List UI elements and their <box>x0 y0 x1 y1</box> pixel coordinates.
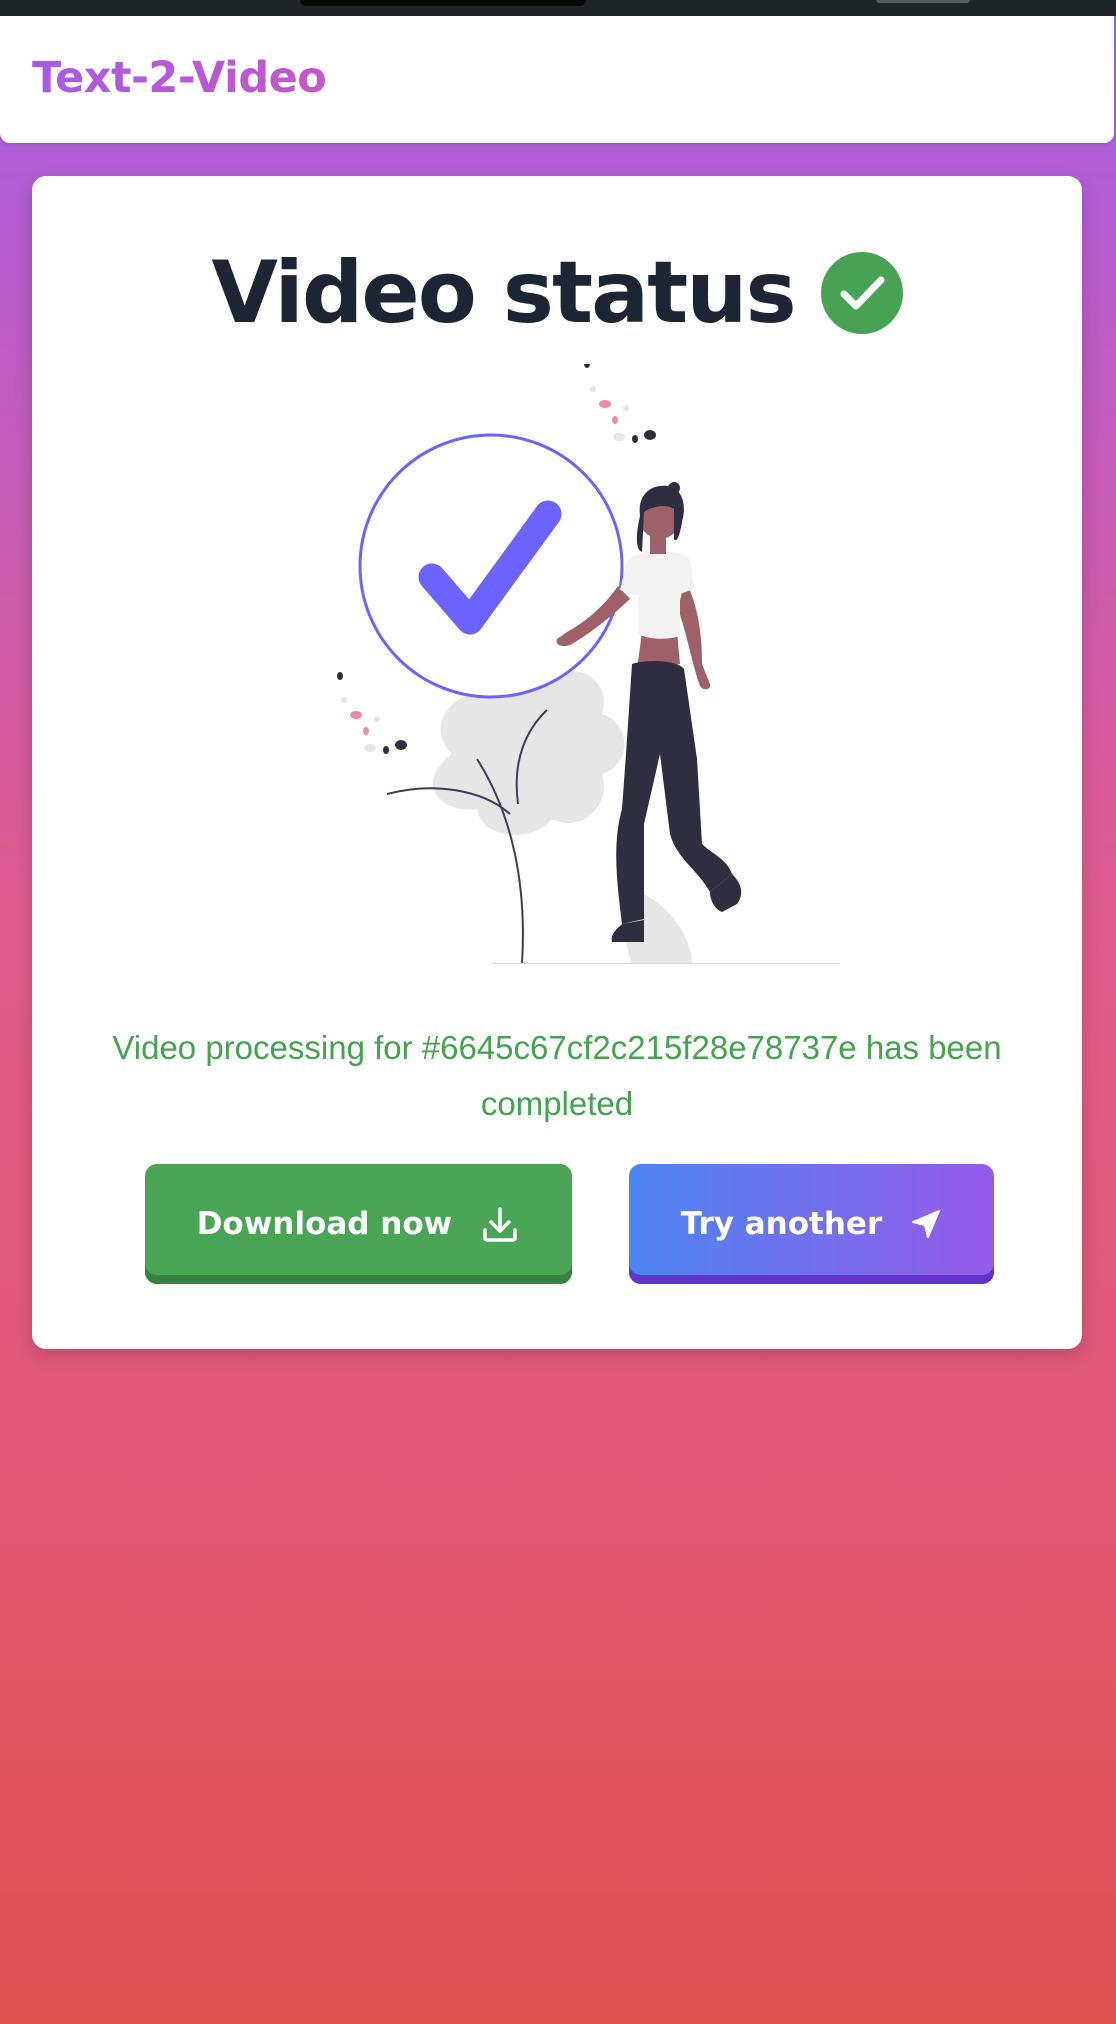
try-another-button[interactable]: Try another <box>629 1164 994 1284</box>
system-status-bar <box>0 0 1116 16</box>
large-check-circle-icon <box>358 433 624 699</box>
download-icon <box>483 1207 518 1242</box>
confetti-top <box>584 364 656 443</box>
try-another-label: Try another <box>680 1206 883 1242</box>
status-message: Video processing for #6645c67cf2c215f28e… <box>112 1029 1002 1122</box>
title-row: Video status <box>32 238 1082 348</box>
brand-logo-text[interactable]: Text-2-Video <box>32 53 327 103</box>
confetti-left <box>337 672 407 754</box>
navbar: Text-2-Video <box>0 16 1114 143</box>
check-circle-icon <box>820 252 903 334</box>
page-title: Video status <box>211 243 796 343</box>
send-arrow-icon <box>912 1210 941 1238</box>
download-now-label: Download now <box>196 1206 453 1242</box>
status-indicator <box>876 0 970 3</box>
download-now-button[interactable]: Download now <box>145 1164 572 1284</box>
completed-illustration <box>337 364 840 964</box>
camera-notch <box>300 0 586 6</box>
status-card: Video status Video processing for #6645c… <box>32 176 1082 1349</box>
